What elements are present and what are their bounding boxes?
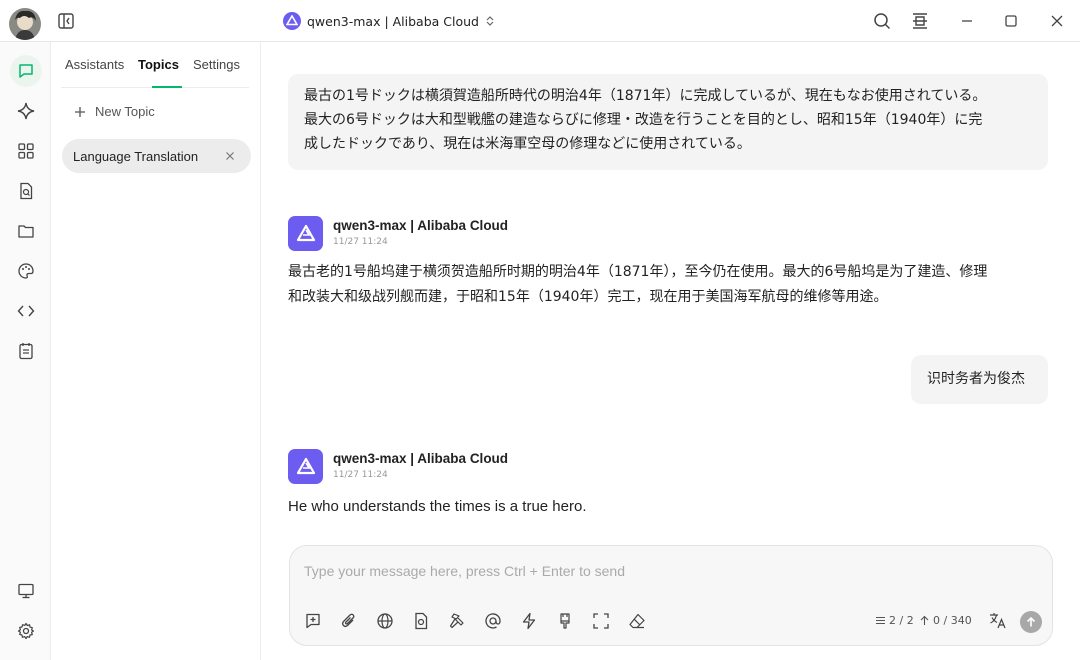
monitor-icon[interactable] (10, 575, 42, 607)
message-line: 最古老的1号船坞建于横须贺造船所时期的明治4年（1871年），至今仍在使用。最大… (288, 264, 988, 280)
token-count: 0 / 340 (933, 614, 972, 627)
sparkle-icon[interactable] (10, 95, 42, 127)
folder-icon[interactable] (10, 215, 42, 247)
qwen-logo-icon (283, 12, 301, 30)
send-button[interactable] (1020, 611, 1042, 633)
maximize-icon[interactable] (998, 8, 1024, 34)
topic-label: Language Translation (73, 148, 199, 164)
context-counter[interactable]: 2 / 2 (875, 614, 914, 627)
mention-at-icon[interactable] (482, 610, 504, 632)
settings-gear-icon[interactable] (10, 615, 42, 647)
arrow-up-icon (920, 615, 929, 625)
topic-layout-icon[interactable] (907, 8, 933, 34)
title-bar: qwen3-max | Alibaba Cloud (0, 0, 1080, 42)
message-line: 识时务者为俊杰 (927, 371, 1025, 387)
lightning-icon[interactable] (518, 610, 540, 632)
message-line: 最古の1号ドックは横須賀造船所時代の明治4年（1871年）に完成しているが、現在… (304, 88, 987, 104)
message-input[interactable] (304, 558, 1024, 584)
topics-panel: Assistants Topics Settings New Topic Lan… (51, 42, 261, 660)
context-count: 2 / 2 (889, 614, 914, 627)
apps-grid-icon[interactable] (10, 135, 42, 167)
tools-hammer-icon[interactable] (446, 610, 468, 632)
model-title: qwen3-max | Alibaba Cloud (307, 13, 479, 29)
message-timestamp: 11/27 11:24 (333, 237, 388, 247)
sidebar-toggle-icon[interactable] (53, 8, 79, 34)
search-icon[interactable] (869, 8, 895, 34)
fullscreen-icon[interactable] (590, 610, 612, 632)
model-name: qwen3-max | Alibaba Cloud (333, 451, 509, 466)
model-name: qwen3-max | Alibaba Cloud (333, 218, 509, 233)
chat-area: 最古の1号ドックは横須賀造船所時代の明治4年（1871年）に完成しているが、現在… (262, 42, 1080, 660)
assistant-message-header: qwen3-max | Alibaba Cloud 11/27 11:24 (288, 216, 508, 251)
file-search-icon[interactable] (10, 175, 42, 207)
list-icon (876, 616, 885, 625)
chat-icon[interactable] (10, 55, 42, 87)
active-tab-indicator (152, 86, 182, 88)
paintbrush-icon[interactable] (554, 610, 576, 632)
new-topic-button[interactable]: New Topic (73, 104, 155, 119)
knowledge-base-icon[interactable] (410, 610, 432, 632)
tab-topics[interactable]: Topics (138, 57, 179, 72)
message-timestamp: 11/27 11:24 (333, 470, 388, 480)
topic-item[interactable]: Language Translation (62, 139, 251, 173)
globe-icon[interactable] (374, 610, 396, 632)
assistant-message-header: qwen3-max | Alibaba Cloud 11/27 11:24 (288, 449, 508, 484)
attachment-icon[interactable] (338, 610, 360, 632)
new-topic-label: New Topic (95, 104, 155, 119)
eraser-icon[interactable] (626, 610, 648, 632)
qwen-logo-icon (288, 216, 323, 251)
message-line: 成したドックであり、現在は米海軍空母の修理などに使用されている。 (304, 136, 751, 152)
new-topic-icon[interactable] (302, 610, 324, 632)
assistant-message: 最古老的1号船坞建于横须贺造船所时期的明治4年（1871年），至今仍在使用。最大… (288, 260, 987, 310)
notes-icon[interactable] (10, 335, 42, 367)
arrow-up-icon (1026, 616, 1036, 627)
plus-icon (75, 106, 85, 117)
message-line: 最大の6号ドックは大和型戦艦の建造ならびに修理・改造を行うことを目的とし、昭和1… (304, 112, 983, 128)
tab-assistants[interactable]: Assistants (65, 57, 124, 72)
translate-icon[interactable] (987, 610, 1009, 632)
tab-settings[interactable]: Settings (193, 57, 240, 72)
sidebar-tabs: Assistants Topics Settings (61, 42, 249, 88)
model-selector[interactable]: qwen3-max | Alibaba Cloud (283, 10, 495, 32)
close-topic-icon[interactable] (223, 149, 237, 163)
minimize-icon[interactable] (954, 8, 980, 34)
user-message: 最古の1号ドックは横須賀造船所時代の明治4年（1871年）に完成しているが、現在… (288, 74, 1048, 170)
assistant-message: He who understands the times is a true h… (288, 494, 587, 519)
message-line: 和改装大和级战列舰而建，于昭和15年（1940年）完工，现在用于美国海军航母的维… (288, 289, 888, 305)
code-icon[interactable] (10, 295, 42, 327)
user-avatar[interactable] (9, 8, 41, 40)
user-message: 识时务者为俊杰 (911, 355, 1048, 404)
chevron-updown-icon (486, 16, 494, 26)
nav-iconbar (0, 42, 51, 660)
palette-icon[interactable] (10, 255, 42, 287)
qwen-logo-icon (288, 449, 323, 484)
message-composer: 2 / 2 0 / 340 (289, 545, 1053, 646)
token-counter: 0 / 340 (919, 614, 972, 627)
close-icon[interactable] (1044, 8, 1070, 34)
message-line: He who understands the times is a true h… (288, 498, 587, 515)
